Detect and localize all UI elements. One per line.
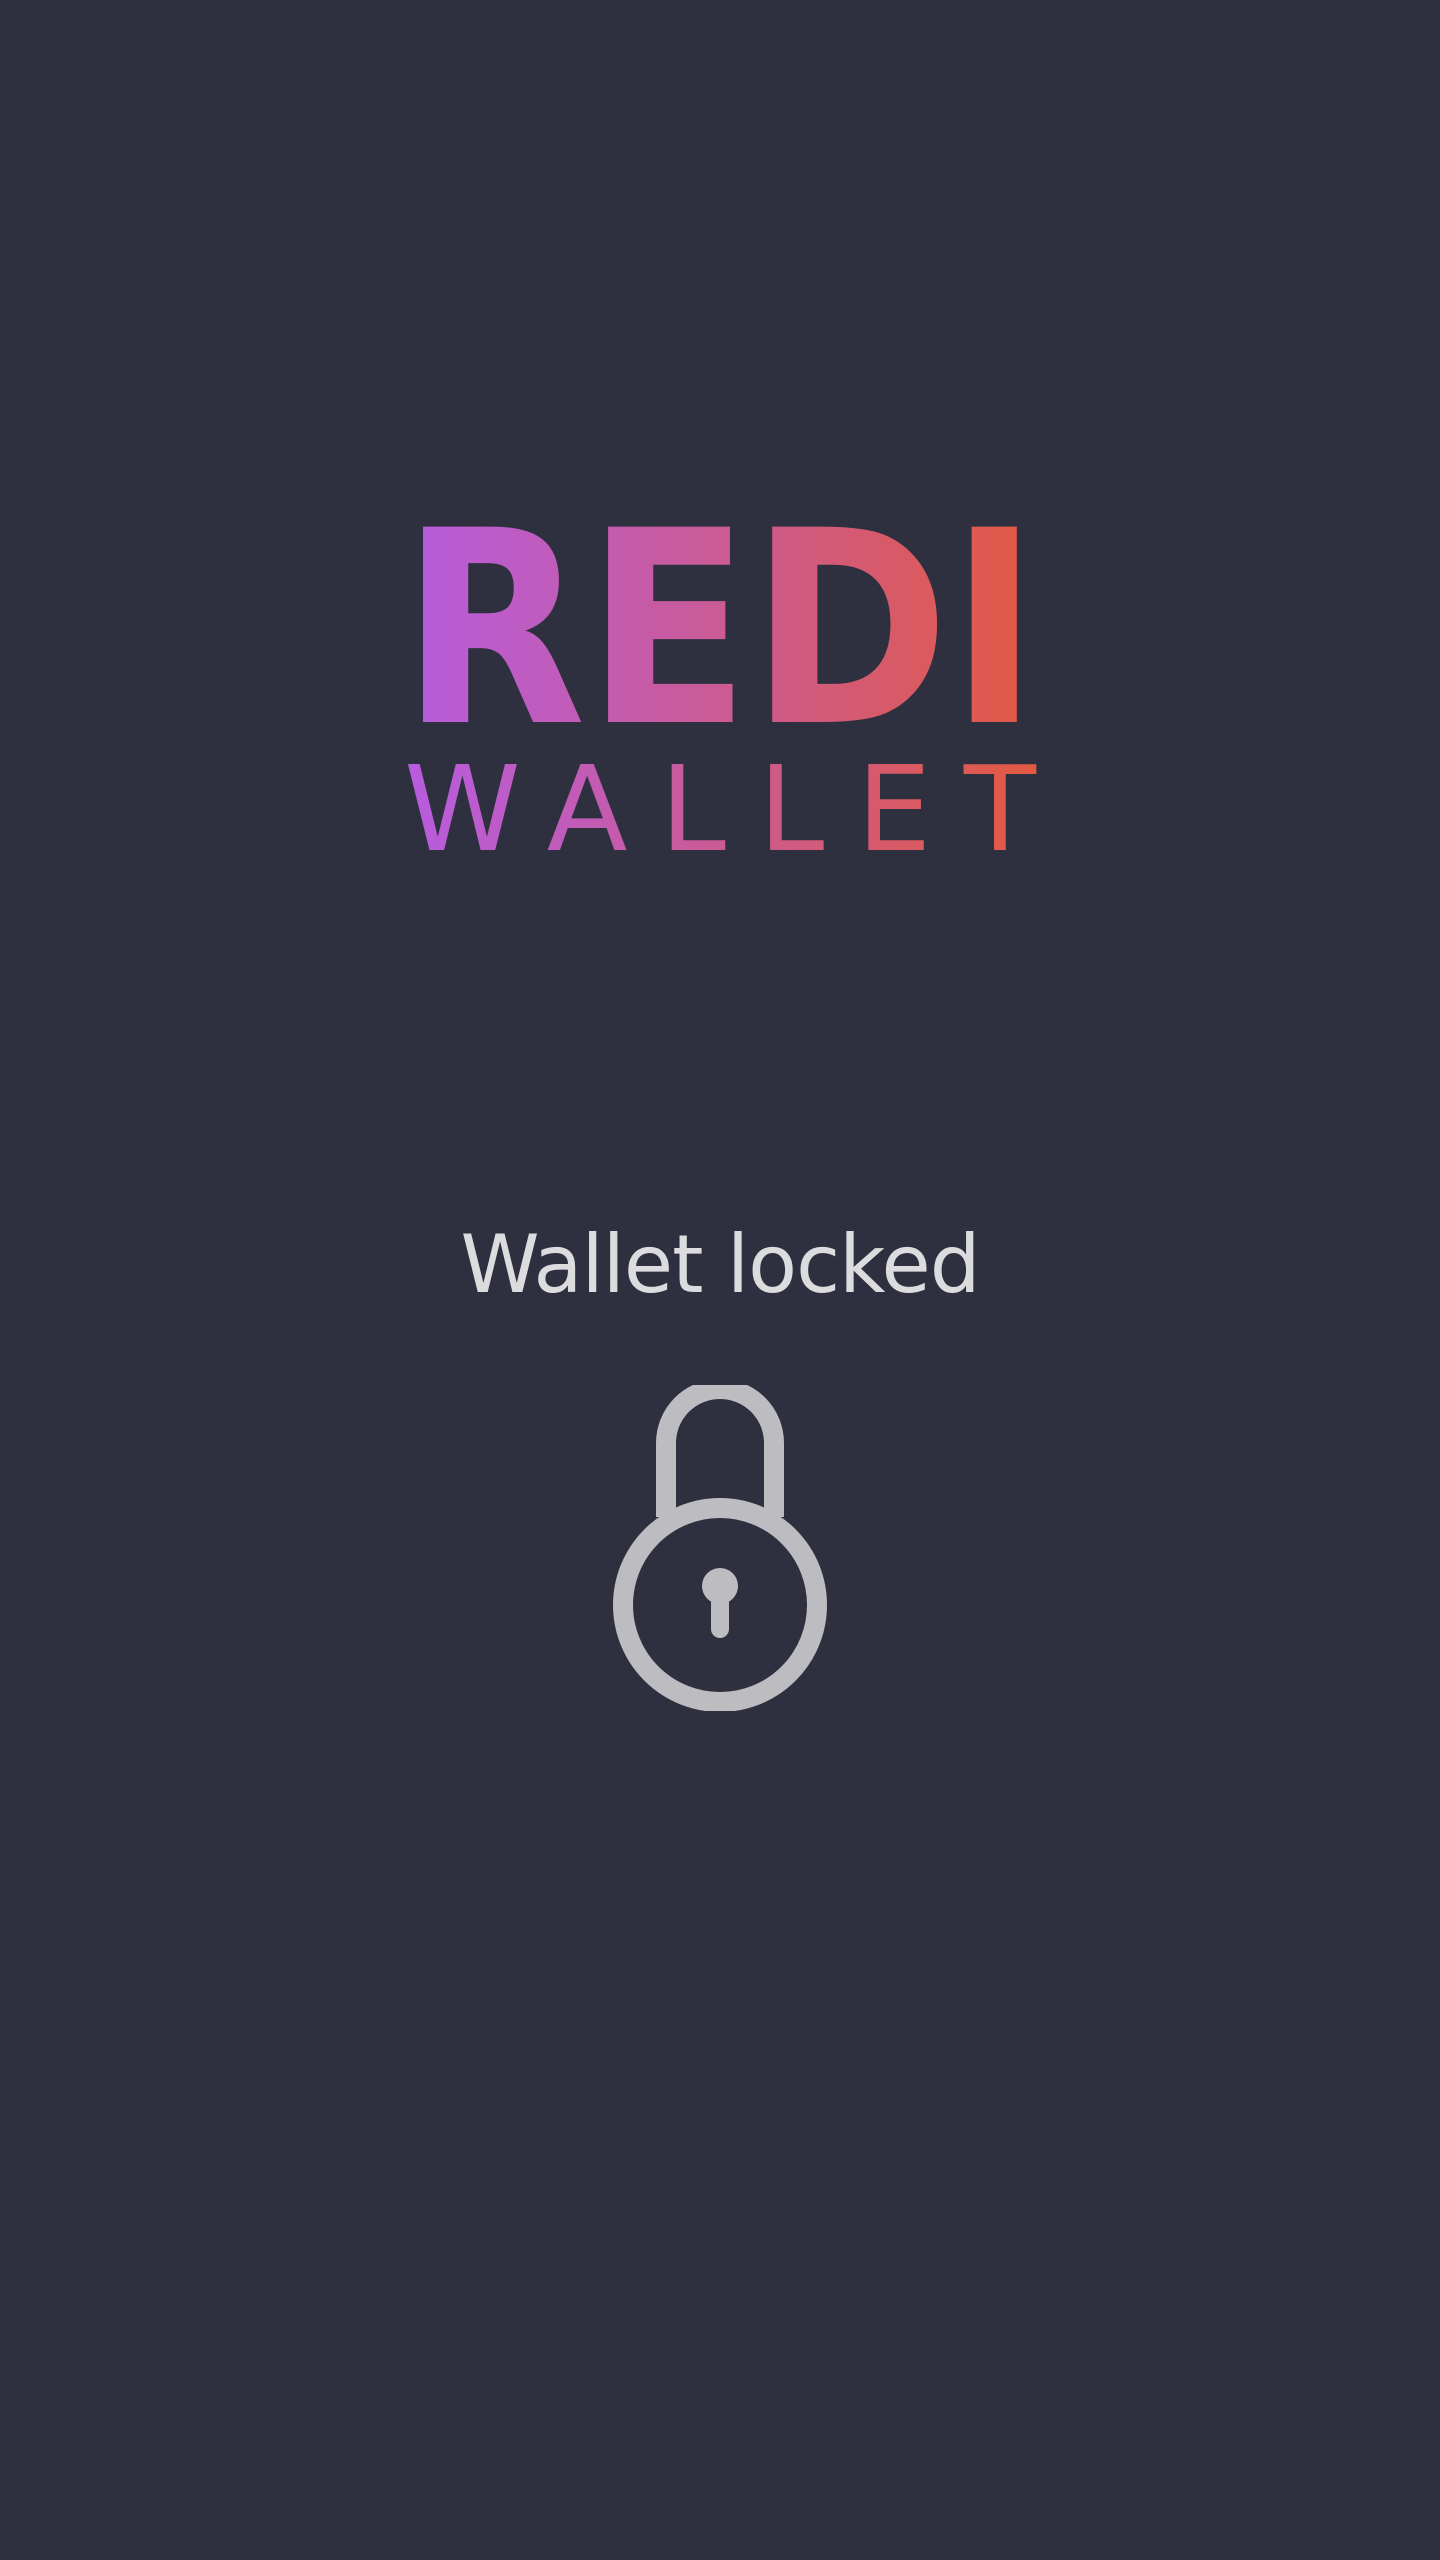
- wallet-locked-label: Wallet locked: [460, 1218, 980, 1311]
- lock-screen: REDI WALLET Wallet locked: [0, 0, 1440, 2560]
- redi-wallet-logo: REDI WALLET: [400, 510, 1040, 860]
- padlock-icon: [612, 1385, 828, 1711]
